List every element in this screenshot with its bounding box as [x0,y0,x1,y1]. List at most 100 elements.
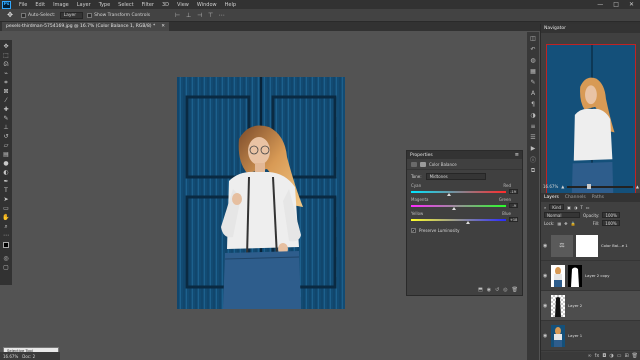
layer-row[interactable]: ◉ Layer 1 [541,321,640,351]
new-adjustment-icon[interactable]: ◑ [609,353,613,359]
healing-brush-tool-icon[interactable]: ✚ [1,105,11,114]
filter-pixel-icon[interactable]: ▣ [567,205,571,210]
lock-all-icon[interactable]: 🔒 [571,221,576,226]
auto-select-target-dropdown[interactable]: Layer [59,11,84,19]
align-center-icon[interactable]: ⊥ [185,12,192,19]
auto-select-checkbox[interactable] [21,12,26,18]
properties-icon[interactable]: ≡ [529,122,538,131]
document-tab-close-icon[interactable]: ✕ [161,24,165,29]
menu-select[interactable]: Select [114,2,137,8]
auto-select-option[interactable]: Auto-Select: [21,12,56,18]
document-canvas[interactable] [177,77,345,309]
move-tool-icon[interactable]: ✥ [1,42,11,51]
layer-mask-thumbnail[interactable] [576,234,598,257]
slider-value-field[interactable]: -19 [509,189,518,194]
pen-tool-icon[interactable]: ✒ [1,177,11,186]
menu-layer[interactable]: Layer [73,2,95,8]
menu-filter[interactable]: Filter [138,2,158,8]
libraries-icon[interactable]: ☰ [529,133,538,142]
reset-icon[interactable]: ↺ [495,287,499,293]
new-layer-icon[interactable]: ⊞ [624,353,628,359]
tone-dropdown[interactable]: Midtones [425,173,486,180]
layer-row[interactable]: ◉ Layer 2 copy [541,261,640,291]
type-tool-icon[interactable]: T [1,186,11,195]
navigator-zoom-value[interactable]: 16.67% [543,184,558,189]
path-select-tool-icon[interactable]: ➤ [1,195,11,204]
visibility-eye-icon[interactable]: ◉ [543,333,548,339]
clip-to-layer-icon[interactable]: ⬒ [478,287,483,293]
navigator-preview[interactable] [546,44,636,200]
menu-window[interactable]: Window [193,2,221,8]
menu-type[interactable]: Type [95,2,114,8]
panel-menu-icon[interactable]: ≡ [515,152,519,158]
blend-mode-dropdown[interactable]: Normal [544,212,580,218]
menu-3d[interactable]: 3D [158,2,173,8]
align-right-icon[interactable]: ⊣ [196,12,203,19]
frame-tool-icon[interactable]: ⊠ [1,87,11,96]
visibility-icon[interactable]: ◎ [503,287,507,293]
screen-mode-icon[interactable]: ▢ [1,263,11,272]
layer-comps-icon[interactable]: ⧉ [529,166,538,175]
slider-value-field[interactable]: -9 [509,203,518,208]
visibility-eye-icon[interactable]: ◉ [543,243,548,249]
layer-name[interactable]: Layer 2 copy [585,273,609,278]
adjustments-icon[interactable]: ◑ [529,111,538,120]
layer-name[interactable]: Layer 2 [568,303,582,308]
slider-value-field[interactable]: +18 [509,217,518,222]
dodge-tool-icon[interactable]: ◐ [1,168,11,177]
lasso-tool-icon[interactable]: ᘏ [1,60,11,69]
distribute-icon[interactable]: ⋯ [218,12,225,19]
status-zoom[interactable]: 16.67% [3,354,18,359]
show-transform-option[interactable]: Show Transform Controls [87,12,150,18]
lock-position-icon[interactable]: ✥ [564,221,567,226]
layer-row[interactable]: ◉ ⚖ Color Bal...e 1 [541,231,640,261]
delete-icon[interactable]: 🗑 [512,287,518,293]
zoom-tool-icon[interactable]: ⌕ [1,222,11,231]
view-previous-icon[interactable]: ◉ [487,287,491,293]
menu-view[interactable]: View [173,2,193,8]
preserve-luminosity-checkbox[interactable]: ✓ [411,228,416,233]
character-icon[interactable]: A [529,89,538,98]
lock-pixels-icon[interactable]: ▦ [557,221,561,226]
navigator-icon[interactable]: ◫ [529,34,538,43]
move-tool-icon[interactable]: ✥ [3,11,17,20]
mask-icon[interactable] [420,162,426,167]
close-button[interactable]: ✕ [629,1,634,8]
clone-stamp-tool-icon[interactable]: ⊥ [1,123,11,132]
menu-image[interactable]: Image [49,2,73,8]
delete-layer-icon[interactable]: 🗑 [632,353,638,359]
slider-thumb[interactable] [466,220,470,224]
slider-thumb[interactable] [451,206,456,210]
zoom-slider-knob[interactable] [587,183,592,189]
color-slider-track[interactable] [411,218,506,224]
background-color-swatch[interactable] [7,246,13,252]
tab-channels[interactable]: Channels [565,195,586,200]
hand-tool-icon[interactable]: ✋ [1,213,11,222]
maximize-button[interactable]: □ [613,1,619,8]
history-icon[interactable]: ↶ [529,45,538,54]
marquee-tool-icon[interactable]: ⬚ [1,51,11,60]
shape-tool-icon[interactable]: ▭ [1,204,11,213]
minimize-button[interactable]: — [597,1,603,8]
tab-paths[interactable]: Paths [592,195,604,200]
align-left-icon[interactable]: ⊢ [174,12,181,19]
swatches-icon[interactable]: ▦ [529,67,538,76]
preserve-luminosity-row[interactable]: ✓ Preserve Luminosity [407,222,522,233]
crop-tool-icon[interactable]: ⌗ [1,78,11,87]
document-tab[interactable]: pexels-thirdman-5754169.jpg @ 16.7% (Col… [2,22,170,31]
slider-thumb[interactable] [447,192,452,196]
zoom-in-icon[interactable]: ▲ [636,184,639,189]
eyedropper-tool-icon[interactable]: ⁄ [1,96,11,105]
visibility-eye-icon[interactable]: ◉ [543,303,548,309]
history-brush-tool-icon[interactable]: ↺ [1,132,11,141]
paragraph-icon[interactable]: ¶ [529,100,538,109]
opacity-field[interactable]: 100% [602,212,620,218]
layer-row[interactable]: ◉ Layer 2 [541,291,640,321]
link-layers-icon[interactable]: ∞ [587,353,591,359]
properties-tab[interactable]: Properties [410,153,433,158]
gradient-tool-icon[interactable]: ▤ [1,150,11,159]
color-slider-track[interactable] [411,190,507,196]
foreground-color-swatch[interactable] [3,242,13,252]
layer-mask-thumbnail[interactable] [568,264,582,287]
align-top-icon[interactable]: ⊤ [207,12,214,19]
